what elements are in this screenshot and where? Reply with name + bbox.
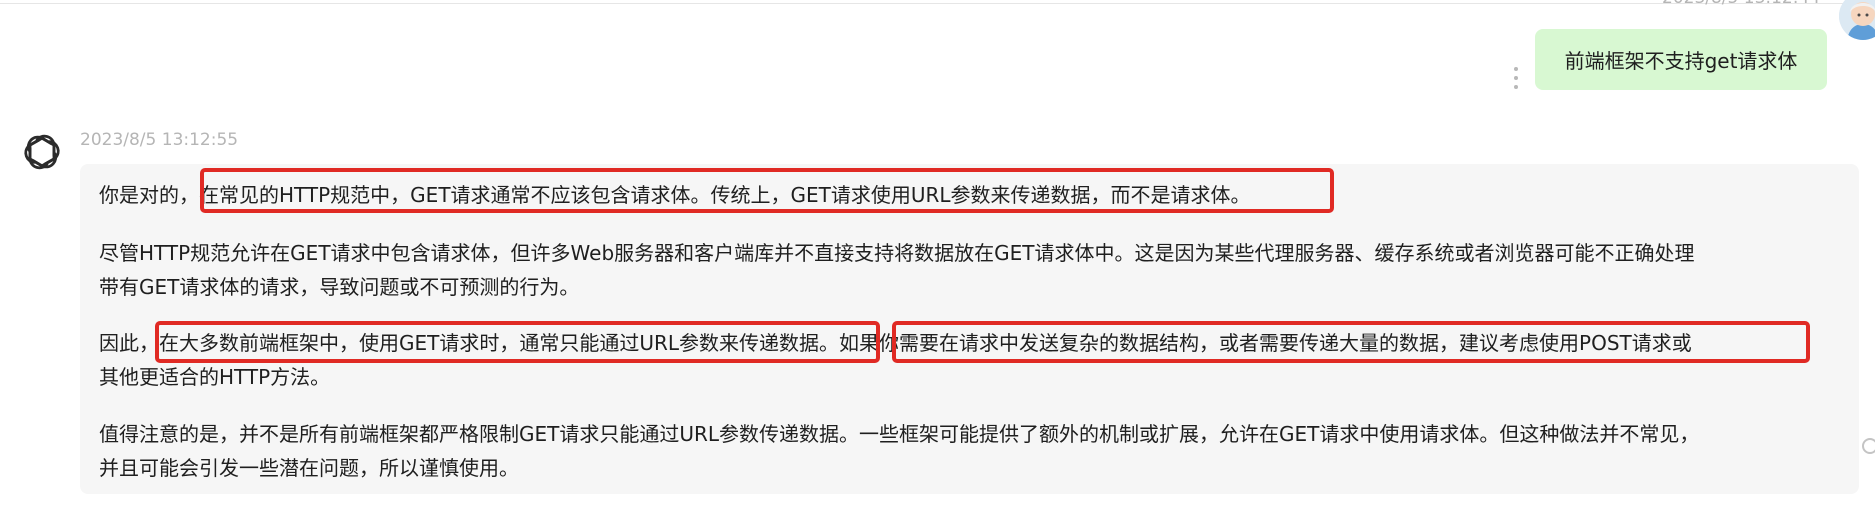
paragraph-line: 因此，在大多数前端框架中，使用GET请求时，通常只能通过URL参数来传递数据。如…	[99, 331, 1692, 355]
paragraph-line: 并且可能会引发一些潜在问题，所以谨慎使用。	[99, 456, 519, 480]
paragraph-line: 你是对的，在常见的HTTP规范中，GET请求通常不应该包含请求体。传统上，GET…	[99, 183, 1251, 207]
assistant-paragraph-3: 因此，在大多数前端框架中，使用GET请求时，通常只能通过URL参数来传递数据。如…	[99, 326, 1839, 394]
user-message-bubble: 前端框架不支持get请求体	[1535, 29, 1827, 90]
top-divider	[0, 3, 1875, 4]
right-edge-icon	[1862, 438, 1875, 454]
paragraph-line: 带有GET请求体的请求，导致问题或不可预测的行为。	[99, 275, 580, 299]
user-avatar[interactable]	[1839, 0, 1875, 40]
paragraph-line: 尽管HTTP规范允许在GET请求中包含请求体，但许多Web服务器和客户端库并不直…	[99, 241, 1695, 265]
openai-logo-icon	[18, 128, 66, 176]
assistant-paragraph-4: 值得注意的是，并不是所有前端框架都严格限制GET请求只能通过URL参数传递数据。…	[99, 417, 1839, 485]
paragraph-line: 其他更适合的HTTP方法。	[99, 365, 331, 389]
chat-window: 2023/8/5 13:12:44 前端框架不支持get请求体	[0, 0, 1875, 507]
assistant-paragraph-1: 你是对的，在常见的HTTP规范中，GET请求通常不应该包含请求体。传统上，GET…	[99, 178, 1839, 212]
assistant-message-timestamp: 2023/8/5 13:12:55	[80, 130, 239, 150]
assistant-paragraph-2: 尽管HTTP规范允许在GET请求中包含请求体，但许多Web服务器和客户端库并不直…	[99, 236, 1839, 304]
user-message-timestamp: 2023/8/5 13:12:44	[1662, 0, 1820, 8]
user-avatar-image	[1839, 0, 1875, 40]
more-vertical-icon[interactable]	[1512, 67, 1520, 89]
paragraph-line: 值得注意的是，并不是所有前端框架都严格限制GET请求只能通过URL参数传递数据。…	[99, 422, 1700, 446]
